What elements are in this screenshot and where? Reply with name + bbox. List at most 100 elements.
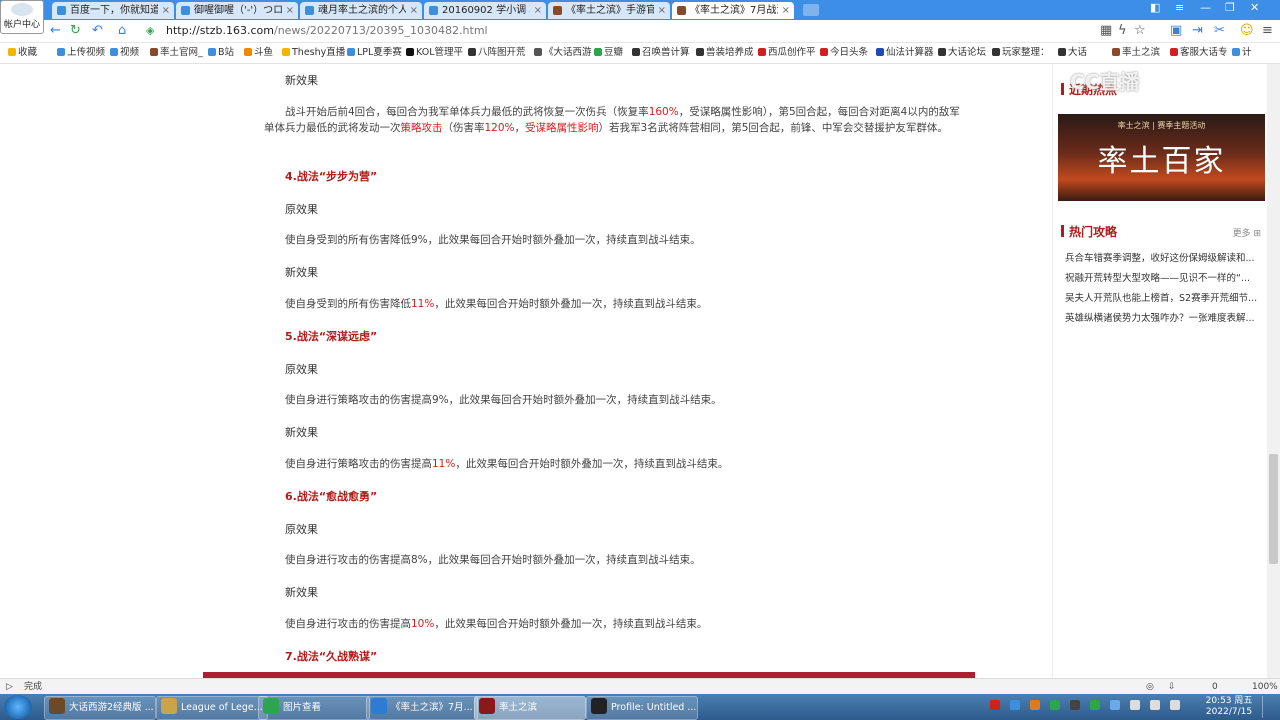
tv-icon	[181, 6, 190, 15]
bookmark-item[interactable]: LPL夏季赛	[347, 43, 402, 63]
list-item[interactable]: 英雄纵横诸侯势力太强咋办？一张难度表解...	[1065, 310, 1261, 324]
bookmark-item[interactable]: 玩家整理：	[992, 43, 1050, 63]
bookmark-item[interactable]: 《大话西游	[534, 43, 592, 63]
extension-icon[interactable]: ▣	[1170, 22, 1182, 39]
bookmark-item[interactable]: 西瓜创作平	[758, 43, 816, 63]
bookmark-item[interactable]: 大话论坛	[938, 43, 986, 63]
wechat-icon[interactable]	[1050, 700, 1060, 710]
bookmark-item[interactable]: B站	[208, 43, 234, 63]
start-button[interactable]	[4, 695, 32, 719]
back-icon[interactable]: ←	[50, 22, 61, 39]
home-icon[interactable]: ⌂	[118, 22, 126, 39]
tab-bilibili-3[interactable]: 20160902 学小调 郭德×	[424, 2, 546, 19]
tv-icon	[305, 6, 314, 15]
play-icon[interactable]: ▷	[6, 679, 13, 695]
bookmark-item[interactable]: 召唤兽计算	[632, 43, 690, 63]
bookmark-item[interactable]: 豆瓣	[594, 43, 623, 63]
address-bar[interactable]: http://stzb.163.com/news/20220713/20395_…	[166, 22, 1106, 39]
clock[interactable]: 20:53 周五 2022/7/15	[1205, 696, 1253, 718]
bookmark-item[interactable]: KOL管理平	[406, 43, 463, 63]
refresh-icon[interactable]: ↻	[70, 22, 81, 39]
bookmark-item[interactable]: 斗鱼	[244, 43, 273, 63]
tools-icon[interactable]: ✂	[1214, 22, 1225, 39]
network-icon[interactable]	[1130, 700, 1140, 710]
star-icon[interactable]: ☆	[1134, 22, 1146, 39]
effect-text: 使自身进行攻击的伤害提高8%，此效果每回合开始时额外叠加一次，持续直到战斗结束。	[285, 554, 701, 566]
close-icon[interactable]: ×	[286, 2, 294, 19]
account-avatar[interactable]: 帐户中心	[0, 0, 44, 34]
taskbar-item[interactable]: Profile: Untitled ...	[586, 696, 698, 720]
taskbar-item[interactable]: 大话西游2经典版 ...	[44, 696, 156, 720]
shield-icon[interactable]: ◎	[1146, 679, 1154, 695]
sogou-icon[interactable]	[990, 700, 1000, 710]
list-item[interactable]: 祝融开荒转型大型攻略——见识不一样的“...	[1065, 270, 1261, 284]
list-item[interactable]: 吴夫人开荒队也能上榜首，S2赛季开荒细节...	[1065, 290, 1261, 304]
tray-icon[interactable]	[1090, 700, 1100, 710]
promo-banner[interactable]: 率土之滨 | 赛季主题活动 率土百家	[1058, 114, 1265, 201]
close-icon[interactable]: ×	[534, 2, 542, 19]
tab-stzb-home[interactable]: 《率土之滨》手游官网_×	[548, 2, 670, 19]
taskbar-item[interactable]: 图片查看	[258, 696, 370, 720]
close-icon[interactable]: ×	[162, 2, 170, 19]
show-desktop-button[interactable]	[1262, 696, 1277, 718]
tab-bilibili-1[interactable]: 御喔御喔（'-'）つロ 干×	[176, 2, 298, 19]
bookmark-item[interactable]: 上传视频	[57, 43, 105, 63]
bookmark-item[interactable]: 率土之滨	[1112, 43, 1160, 63]
tray-icon[interactable]	[1010, 700, 1020, 710]
scrollbar-thumb[interactable]	[1269, 454, 1278, 564]
restore-icon[interactable]: ❐	[1225, 1, 1235, 14]
section-heading: 6.战法“愈战愈勇”	[285, 490, 378, 503]
close-icon[interactable]: ×	[658, 2, 666, 19]
section-heading: 4.战法“步步为营”	[285, 170, 378, 183]
skin-icon[interactable]: ◧	[1150, 1, 1160, 14]
bookmark-item[interactable]: 大话	[1058, 43, 1087, 63]
bookmark-item[interactable]: 视频	[110, 43, 139, 63]
bookmark-item[interactable]: Theshy直播	[282, 43, 345, 63]
taskbar-item[interactable]: 《率土之滨》7月...	[366, 696, 478, 720]
game-icon	[49, 698, 65, 714]
tray-icon[interactable]	[1030, 700, 1040, 710]
login-icon[interactable]: ⇥	[1192, 22, 1203, 39]
close-icon[interactable]: ×	[782, 2, 790, 19]
bookmark-item[interactable]: 率土官网_	[150, 43, 203, 63]
download-icon[interactable]: ⇩	[1168, 679, 1176, 695]
list-item[interactable]: 兵合车错赛季调整，收好这份保姆级解读和...	[1065, 250, 1261, 264]
zoom-level[interactable]: 100%	[1252, 679, 1278, 695]
minimize-icon[interactable]: —	[1200, 1, 1211, 14]
effect-text: 战斗开始后前4回合，每回合为我军单体兵力最低的武将恢复一次伤兵（恢复率160%，…	[264, 106, 960, 134]
lightning-icon[interactable]: ϟ	[1118, 22, 1127, 39]
effect-text: 使自身受到的所有伤害降低11%，此效果每回合开始时额外叠加一次，持续直到战斗结束…	[285, 298, 708, 310]
volume-icon[interactable]	[1170, 700, 1180, 710]
grid-icon[interactable]: ▦	[1100, 22, 1112, 39]
tab-stzb-news[interactable]: 《率土之滨》7月战法平×	[672, 2, 794, 19]
effect-label: 新效果	[285, 74, 318, 87]
menu-icon[interactable]: ≡	[1175, 1, 1184, 14]
paw-icon	[57, 6, 66, 15]
tray-icon[interactable]	[1110, 700, 1120, 710]
right-sidebar: 近期热点 率土之滨 | 赛季主题活动 率土百家 热门攻略 更多 ⊞ 兵合车错赛季…	[1053, 64, 1267, 678]
effect-label: 原效果	[285, 523, 318, 536]
close-window-icon[interactable]: ✕	[1250, 1, 1259, 14]
more-link[interactable]: 更多 ⊞	[1233, 226, 1261, 239]
bookmark-item[interactable]: 客服大话专	[1170, 43, 1228, 63]
tray-icon[interactable]	[1070, 700, 1080, 710]
undo-icon[interactable]: ↶	[92, 22, 103, 39]
effect-text: 使自身进行策略攻击的伤害提高11%，此效果每回合开始时额外叠加一次，持续直到战斗…	[285, 458, 729, 470]
close-icon[interactable]: ×	[410, 2, 418, 19]
new-tab-button[interactable]	[803, 4, 819, 16]
bookmark-item[interactable]: 计	[1232, 43, 1252, 63]
tray-icon[interactable]	[1150, 700, 1160, 710]
taskbar-item[interactable]: 率土之滨	[474, 696, 586, 720]
bookmark-item[interactable]: 今日头条	[820, 43, 868, 63]
tab-bilibili-2[interactable]: 魂月率土之滨的个人空间×	[300, 2, 422, 19]
bookmark-item[interactable]: 八阵图开荒	[468, 43, 526, 63]
bookmark-item[interactable]: 收藏	[8, 43, 37, 63]
scrollbar[interactable]	[1267, 64, 1280, 678]
smiley-icon[interactable]: ☺	[1240, 22, 1254, 39]
taskbar-item[interactable]: League of Lege...	[156, 696, 268, 720]
tab-baidu[interactable]: 百度一下，你就知道 ×	[52, 2, 174, 19]
lol-icon	[161, 698, 177, 714]
bookmark-item[interactable]: 兽装培养成	[696, 43, 754, 63]
bookmark-item[interactable]: 仙法计算器	[876, 43, 934, 63]
menu-icon[interactable]: ≡	[1262, 22, 1273, 39]
